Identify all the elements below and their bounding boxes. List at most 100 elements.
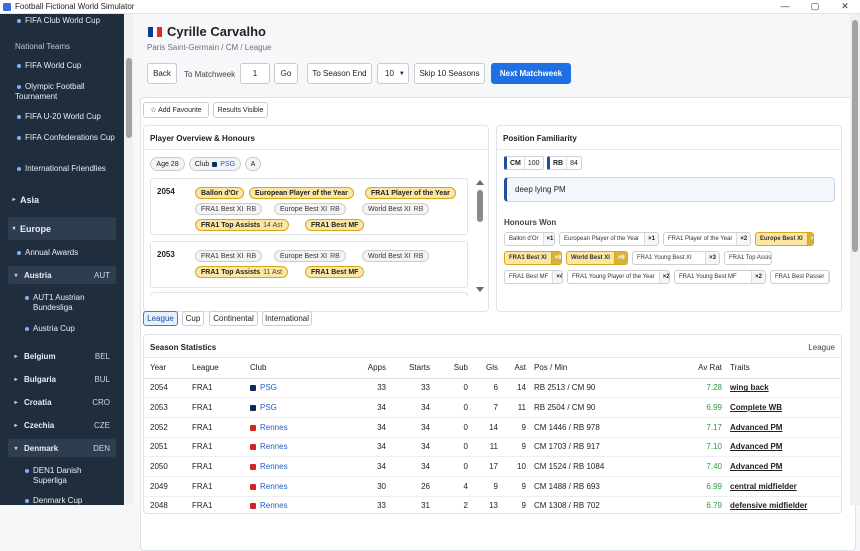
cell-club[interactable]: Rennes [246, 456, 334, 477]
honour-count-chip: FRA1 Young Best XI ×3 [632, 251, 720, 265]
bullet-icon [17, 64, 21, 68]
cell-trait[interactable]: Advanced PM [726, 437, 841, 458]
club-badge-icon [250, 385, 256, 392]
table-row[interactable]: 2053 FRA1 PSG 34 34 0 7 11 RB 2504 / CM 90 6.99 Co… [144, 397, 841, 418]
sidebar-region-europe[interactable]: ▾ Europe [8, 217, 116, 240]
page-scrollbar[interactable] [850, 14, 860, 505]
club-link[interactable]: PSG [260, 403, 277, 412]
cell-trait[interactable]: wing back [726, 378, 841, 399]
tab-league[interactable]: League [143, 311, 178, 326]
maximize-icon[interactable]: ▢ [800, 1, 830, 12]
value-rat: 6.99 [706, 403, 722, 413]
club-link[interactable]: Rennes [260, 423, 288, 432]
sidebar-scroll-thumb[interactable] [126, 58, 132, 138]
value-trait[interactable]: Advanced PM [730, 442, 782, 451]
table-row[interactable]: 2050 FRA1 Rennes 34 34 0 17 10 CM 1524 / RB 1084… [144, 456, 841, 477]
value-league: FRA1 [192, 383, 213, 393]
cell-trait[interactable]: Complete WB [726, 397, 841, 418]
table-row[interactable]: 2049 FRA1 Rennes 30 26 4 9 9 CM 1488 / RB 693 6.9… [144, 476, 841, 497]
club-link[interactable]: Rennes [260, 442, 288, 451]
value-trait[interactable]: Complete WB [730, 403, 782, 412]
cell-club[interactable]: Rennes [246, 417, 334, 438]
to-season-end-button[interactable]: To Season End [307, 63, 372, 84]
sidebar-country-bulgaria[interactable]: ▸ Bulgaria BUL [8, 370, 116, 388]
player-overview-panel: Player Overview & Honours Age 28 Club PSG… [143, 125, 489, 312]
go-button[interactable]: Go [274, 63, 298, 84]
value-starts: 34 [421, 403, 430, 413]
scroll-down-icon[interactable] [476, 287, 484, 292]
honour-chip: FRA1 Player of the Year [365, 187, 456, 199]
tab-international[interactable]: International [262, 311, 312, 326]
cell-apps: 33 [334, 378, 390, 399]
value-year: 2049 [150, 481, 168, 491]
club-link[interactable]: Rennes [260, 462, 288, 471]
tab-cup[interactable]: Cup [182, 311, 204, 326]
overview-scroll-thumb[interactable] [477, 190, 483, 222]
seasons-select[interactable]: 10 ▼ [377, 63, 409, 84]
sidebar-country-belgium[interactable]: ▸ Belgium BEL [8, 347, 116, 365]
honour-count-chip: FRA1 Best XI ×6 [504, 251, 562, 265]
cell-ast: 9 [502, 437, 530, 458]
table-row[interactable]: 2051 FRA1 Rennes 34 34 0 11 9 CM 1703 / RB 917 7.… [144, 437, 841, 458]
close-icon[interactable]: ✕ [830, 1, 860, 12]
table-row[interactable]: 2048 FRA1 Rennes 33 31 2 13 9 CM 1308 / RB 702 6.… [144, 496, 841, 513]
cell-rat: 7.17 [674, 417, 726, 438]
value-year: 2052 [150, 422, 168, 432]
cell-club[interactable]: Rennes [246, 476, 334, 497]
page-scroll-thumb[interactable] [852, 20, 858, 252]
sidebar-region-asia[interactable]: ▸ Asia [8, 188, 116, 211]
back-button[interactable]: Back [147, 63, 177, 84]
value-pos: RB 2513 / CM 90 [534, 383, 596, 393]
tab-continental[interactable]: Continental [209, 311, 258, 326]
cell-year: 2049 [144, 476, 188, 497]
table-row[interactable]: 2054 FRA1 PSG 33 33 0 6 14 RB 2513 / CM 90 7.28 wi… [144, 378, 841, 399]
sidebar-country-czechia[interactable]: ▸ Czechia CZE [8, 416, 116, 434]
value-pos: RB 2504 / CM 90 [534, 403, 596, 413]
scroll-up-icon[interactable] [476, 180, 484, 185]
sidebar-country-austria[interactable]: ▾ Austria AUT [8, 266, 116, 284]
results-visible-button[interactable]: Results Visible [213, 102, 268, 118]
minimize-icon[interactable]: — [770, 1, 800, 12]
sidebar-section-national: National Teams [15, 42, 70, 51]
club-link[interactable]: Rennes [260, 482, 288, 491]
sidebar-country-denmark[interactable]: ▾ Denmark DEN [8, 439, 116, 457]
honour-count-chip: Europe Best XI×6 [755, 232, 814, 246]
cell-gls: 11 [472, 437, 502, 458]
honour-count-chip: European Player of the Year ×1 [559, 232, 659, 246]
matchweek-input[interactable]: 1 [240, 63, 270, 84]
cell-trait[interactable]: central midfielder [726, 476, 841, 497]
cell-club[interactable]: Rennes [246, 437, 334, 458]
cell-club[interactable]: PSG [246, 397, 334, 418]
column-header: Sub [434, 358, 472, 379]
cell-league: FRA1 [188, 397, 246, 418]
next-matchweek-button[interactable]: Next Matchweek [491, 63, 571, 84]
sidebar-scrollbar[interactable] [125, 14, 133, 505]
cell-league: FRA1 [188, 476, 246, 497]
table-row[interactable]: 2052 FRA1 Rennes 34 34 0 14 9 CM 1446 / RB 978 7.… [144, 417, 841, 438]
value-pos: CM 1703 / RB 917 [534, 442, 600, 452]
value-trait[interactable]: Advanced PM [730, 462, 782, 471]
value-trait[interactable]: central midfielder [730, 482, 797, 491]
cell-club[interactable]: PSG [246, 378, 334, 399]
overview-scrollbar[interactable] [476, 180, 484, 300]
value-pos: CM 1488 / RB 693 [534, 481, 600, 491]
skip-seasons-button[interactable]: Skip 10 Seasons [414, 63, 485, 84]
club-link[interactable]: Rennes [260, 501, 288, 510]
sidebar-country-croatia[interactable]: ▸ Croatia CRO [8, 393, 116, 411]
cell-rat: 7.28 [674, 378, 726, 399]
cell-club[interactable]: Rennes [246, 496, 334, 513]
value-trait[interactable]: Advanced PM [730, 423, 782, 432]
cell-league: FRA1 [188, 496, 246, 513]
cell-starts: 34 [390, 437, 434, 458]
value-trait[interactable]: wing back [730, 383, 769, 392]
cell-trait[interactable]: defensive midfielder [726, 496, 841, 513]
club-badge-icon [250, 464, 256, 471]
cell-gls: 14 [472, 417, 502, 438]
add-favourite-button[interactable]: ☆ Add Favourite [143, 102, 209, 118]
cell-trait[interactable]: Advanced PM [726, 417, 841, 438]
club-badge-icon [212, 161, 218, 167]
club-link[interactable]: PSG [260, 383, 277, 392]
cell-trait[interactable]: Advanced PM [726, 456, 841, 477]
value-trait[interactable]: defensive midfielder [730, 501, 807, 510]
honour-count-chip: FRA1 Best Passer×1 [770, 270, 830, 284]
